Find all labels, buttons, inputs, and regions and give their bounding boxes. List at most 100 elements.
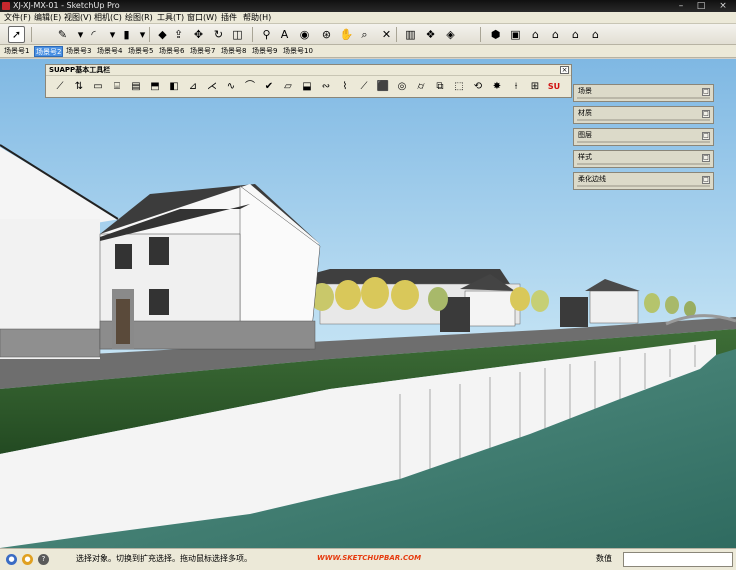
spline-tool-button[interactable]: ∾ (318, 79, 334, 95)
scene-tab-9[interactable]: 场景号9 (251, 46, 278, 57)
text-tool-button[interactable]: A (276, 26, 293, 43)
back-view-button[interactable]: ⌂ (567, 26, 584, 43)
rotate-copy-tool-button[interactable]: ⟲ (470, 79, 486, 95)
menu-camera[interactable]: 相机(C) (94, 12, 122, 24)
curve-tool-button[interactable]: ∿ (223, 79, 239, 95)
palette-close-button[interactable]: × (560, 66, 569, 74)
wall-tool-button[interactable]: ⟋ (52, 79, 68, 95)
paint-bucket-button[interactable]: ◆ (154, 26, 171, 43)
suapp-logo-tool-button[interactable]: SU (546, 79, 562, 95)
offset-tool-button[interactable]: ◫ (229, 26, 246, 43)
axis-tool-button[interactable]: ⊿ (185, 79, 201, 95)
status-bar: ● ● ? 选择对象。切换到扩充选择。拖动鼠标选择多项。 WWW.SKETCHU… (0, 548, 736, 570)
tray-scenes[interactable]: 场景 □ (573, 84, 714, 102)
tray-soften-edges-expand-icon[interactable]: □ (702, 176, 710, 184)
scene-tab-2[interactable]: 场景号2 (34, 46, 64, 57)
components-button[interactable]: ❖ (422, 26, 439, 43)
geo-location-icon[interactable]: ● (6, 554, 17, 565)
cylinder-tool-button[interactable]: ⌭ (413, 79, 429, 95)
group-tool-button[interactable]: ⧉ (432, 79, 448, 95)
knife-tool-button[interactable]: ⟋ (356, 79, 372, 95)
scene-tab-6[interactable]: 场景号6 (158, 46, 185, 57)
status-text: 选择对象。切换到扩充选择。拖动鼠标选择多项。 (76, 554, 252, 563)
menu-bar: 文件(F) 编辑(E) 视图(V) 相机(C) 绘图(R) 工具(T) 窗口(W… (0, 12, 736, 24)
tray-soften-edges-label: 柔化边线 (578, 175, 606, 183)
left-view-icon: ⌂ (592, 28, 599, 41)
scene-tab-8[interactable]: 场景号8 (220, 46, 247, 57)
rotate-tool-button[interactable]: ↻ (210, 26, 227, 43)
close-window-button[interactable]: × (716, 1, 730, 11)
tray-styles[interactable]: 样式 □ (573, 150, 714, 168)
credits-icon[interactable]: ● (22, 554, 33, 565)
menu-file[interactable]: 文件(F) (4, 12, 31, 24)
left-view-button[interactable]: ⌂ (587, 26, 604, 43)
menu-help[interactable]: 帮助(H) (243, 12, 271, 24)
door-tool-button[interactable]: ▭ (90, 79, 106, 95)
paint-tool-button[interactable]: ◉ (296, 26, 313, 43)
frame-tool-button[interactable]: ⬚ (451, 79, 467, 95)
pipe-tool-button[interactable]: ⟊ (508, 79, 524, 95)
tray-soften-edges[interactable]: 柔化边线 □ (573, 172, 714, 190)
paint-icon: ◉ (299, 28, 310, 41)
arc-tool-button[interactable]: ◜ (85, 26, 102, 43)
zoom-icon: ⌕ (361, 28, 368, 41)
scene-tab-10[interactable]: 场景号10 (282, 46, 314, 57)
scene-tab-3[interactable]: 场景号3 (65, 46, 92, 57)
face-tool-button[interactable]: ▱ (280, 79, 296, 95)
shell-tool-button[interactable]: ◎ (394, 79, 410, 95)
minimize-button[interactable]: – (674, 1, 688, 11)
roof-tool-button[interactable]: ⬒ (147, 79, 163, 95)
measurements-input[interactable] (623, 552, 733, 567)
glass-tool-button[interactable]: ◧ (166, 79, 182, 95)
iso-view-button[interactable]: ⬢ (487, 26, 504, 43)
model-info-button[interactable]: ▥ (402, 26, 419, 43)
palette-titlebar[interactable]: SUAPP基本工具栏 × (46, 65, 571, 76)
scene-tab-7[interactable]: 场景号7 (189, 46, 216, 57)
materials-button[interactable]: ◈ (442, 26, 459, 43)
pan-tool-button[interactable]: ✋ (338, 26, 355, 43)
right-view-button[interactable]: ⌂ (547, 26, 564, 43)
zoom-extents-button[interactable]: ✕ (378, 26, 395, 43)
box-tool-button[interactable]: ⬛ (375, 79, 391, 95)
maximize-button[interactable]: □ (694, 1, 708, 11)
push-pull-button[interactable]: ⇪ (170, 26, 187, 43)
move-tool-button[interactable]: ✥ (190, 26, 207, 43)
stair-tool-button[interactable]: ⌸ (109, 79, 125, 95)
shape-dropdown-button[interactable]: ▾ (134, 26, 151, 43)
scene-tab-1[interactable]: 场景号1 (3, 46, 30, 57)
menu-view[interactable]: 视图(V) (64, 12, 92, 24)
window-tool-button[interactable]: ⇅ (71, 79, 87, 95)
tray-styles-expand-icon[interactable]: □ (702, 154, 710, 162)
check-tool-button[interactable]: ✔ (261, 79, 277, 95)
help-icon[interactable]: ? (38, 554, 49, 565)
menu-tools[interactable]: 工具(T) (157, 12, 184, 24)
tray-layers-label: 图层 (578, 131, 592, 139)
tray-scenes-expand-icon[interactable]: □ (702, 88, 710, 96)
scene-tab-5[interactable]: 场景号5 (127, 46, 154, 57)
menu-edit[interactable]: 编辑(E) (34, 12, 61, 24)
tray-divider (577, 97, 710, 99)
line-edit-tool-button[interactable]: ⋌ (204, 79, 220, 95)
front-view-button[interactable]: ⌂ (527, 26, 544, 43)
tray-layers[interactable]: 图层 □ (573, 128, 714, 146)
shape-tool-button[interactable]: ▮ (118, 26, 135, 43)
fillet-tool-button[interactable]: ⌒ (242, 79, 258, 95)
top-view-button[interactable]: ▣ (507, 26, 524, 43)
scene-tab-4[interactable]: 场景号4 (96, 46, 123, 57)
weld-tool-button[interactable]: ⌇ (337, 79, 353, 95)
explode-tool-button[interactable]: ✸ (489, 79, 505, 95)
menu-plugins[interactable]: 插件 (221, 12, 237, 24)
tray-materials[interactable]: 材质 □ (573, 106, 714, 124)
zoom-tool-button[interactable]: ⌕ (356, 26, 373, 43)
layer-tool-button[interactable]: ⬓ (299, 79, 315, 95)
grid-tool-button[interactable]: ⊞ (527, 79, 543, 95)
tray-materials-expand-icon[interactable]: □ (702, 110, 710, 118)
orbit-tool-button[interactable]: ⊛ (318, 26, 335, 43)
select-tool-button[interactable]: ➚ (8, 26, 25, 43)
menu-draw[interactable]: 绘图(R) (125, 12, 153, 24)
railing-tool-button[interactable]: ▤ (128, 79, 144, 95)
menu-window[interactable]: 窗口(W) (187, 12, 217, 24)
tray-layers-expand-icon[interactable]: □ (702, 132, 710, 140)
pencil-tool-button[interactable]: ✎ (54, 26, 71, 43)
tape-measure-button[interactable]: ⚲ (258, 26, 275, 43)
